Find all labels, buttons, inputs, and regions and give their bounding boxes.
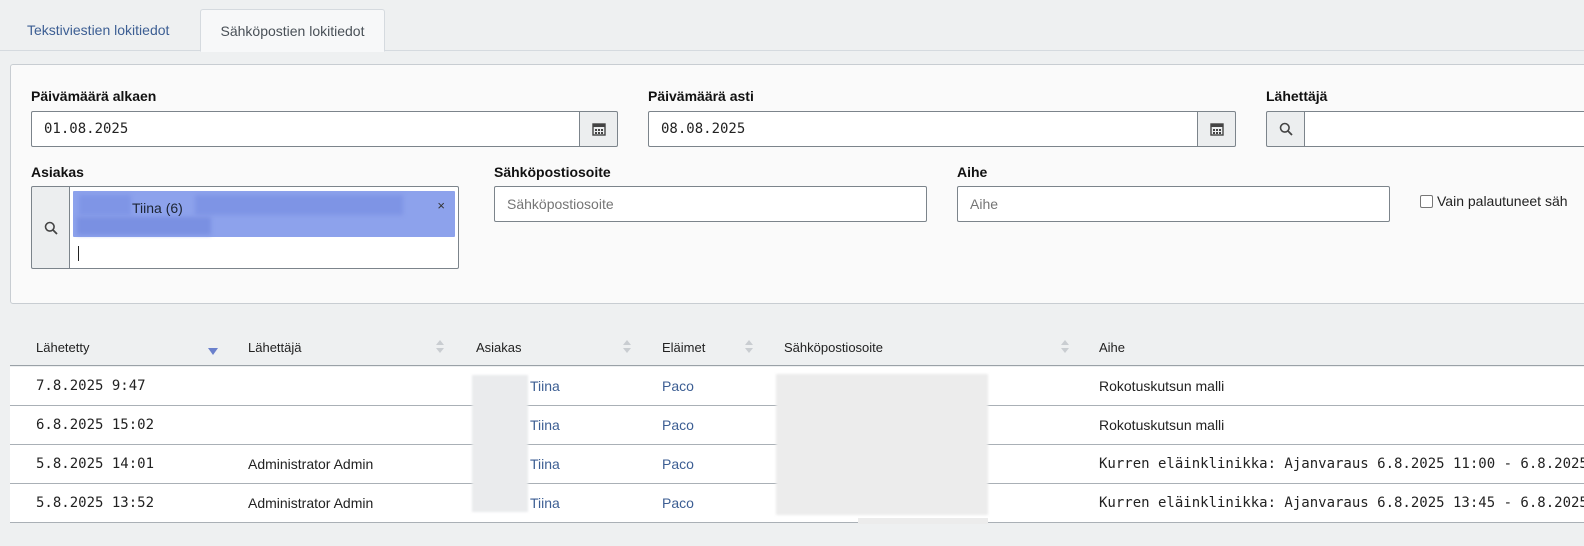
sender-input[interactable] bbox=[1304, 111, 1584, 147]
customer-token-label: Tiina (6) bbox=[132, 200, 183, 216]
cell-animal-link[interactable]: Paco bbox=[662, 367, 694, 406]
column-sender[interactable]: Lähettäjä bbox=[248, 340, 302, 355]
calendar-icon bbox=[1209, 123, 1224, 136]
customer-input[interactable]: Tiina (6) × bbox=[69, 186, 459, 269]
sort-icon[interactable] bbox=[745, 340, 753, 356]
tab-bar: Tekstiviestien lokitiedot Sähköpostien l… bbox=[0, 0, 1584, 52]
text-cursor bbox=[78, 246, 79, 261]
cell-customer-link[interactable]: Tiina bbox=[530, 367, 560, 406]
sender-search-button[interactable] bbox=[1266, 111, 1305, 147]
cell-subject: Kurren eläinklinikka: Ajanvaraus 6.8.202… bbox=[1099, 495, 1584, 511]
date-to-input[interactable]: 08.08.2025 bbox=[648, 111, 1198, 147]
customer-label: Asiakas bbox=[31, 164, 84, 180]
tab-email-logs[interactable]: Sähköpostien lokitiedot bbox=[200, 9, 385, 52]
customer-select[interactable]: Tiina (6) × bbox=[31, 186, 459, 269]
date-from-calendar-button[interactable] bbox=[579, 111, 618, 147]
token-remove-button[interactable]: × bbox=[437, 198, 445, 213]
cell-sent: 5.8.2025 14:01 bbox=[36, 456, 155, 472]
date-to-label: Päivämäärä asti bbox=[648, 88, 754, 104]
sort-icon[interactable] bbox=[623, 340, 631, 356]
filter-panel: Päivämäärä alkaen 01.08.2025 Päivämäärä … bbox=[10, 64, 1584, 304]
customer-token: Tiina (6) × bbox=[73, 191, 455, 237]
cell-animal-link[interactable]: Paco bbox=[662, 406, 694, 445]
date-to-calendar-button[interactable] bbox=[1197, 111, 1236, 147]
cell-animal-link[interactable]: Paco bbox=[662, 484, 694, 523]
redacted-area bbox=[79, 195, 131, 215]
date-from-label: Päivämäärä alkaen bbox=[31, 88, 157, 104]
cell-customer-link[interactable]: Tiina bbox=[530, 484, 560, 523]
search-icon bbox=[44, 221, 58, 235]
cell-sent: 6.8.2025 15:02 bbox=[36, 417, 155, 433]
column-customer[interactable]: Asiakas bbox=[476, 340, 522, 355]
redacted-customer-names bbox=[472, 375, 528, 512]
redacted-area bbox=[77, 217, 211, 235]
cell-sent: 7.8.2025 9:47 bbox=[36, 378, 146, 394]
search-icon bbox=[1279, 122, 1293, 136]
cell-customer-link[interactable]: Tiina bbox=[530, 445, 560, 484]
redacted-area bbox=[858, 518, 988, 524]
email-field[interactable] bbox=[494, 186, 927, 222]
cell-subject: Rokotuskutsun malli bbox=[1099, 417, 1225, 433]
column-sent[interactable]: Lähetetty bbox=[36, 340, 90, 355]
customer-search-button[interactable] bbox=[31, 186, 70, 269]
date-from-input[interactable]: 01.08.2025 bbox=[31, 111, 580, 147]
cell-customer-link[interactable]: Tiina bbox=[530, 406, 560, 445]
column-animals[interactable]: Eläimet bbox=[662, 340, 705, 355]
tab-sms-logs[interactable]: Tekstiviestien lokitiedot bbox=[11, 9, 185, 51]
cell-subject: Rokotuskutsun malli bbox=[1099, 378, 1225, 394]
sort-icon[interactable] bbox=[436, 340, 444, 356]
only-bounced-label[interactable]: Vain palautuneet säh bbox=[1437, 193, 1568, 209]
email-label: Sähköpostiosoite bbox=[494, 164, 611, 180]
column-email[interactable]: Sähköpostiosoite bbox=[784, 340, 883, 355]
cell-sent: 5.8.2025 13:52 bbox=[36, 495, 155, 511]
redacted-area bbox=[195, 195, 403, 215]
sort-icon[interactable] bbox=[1061, 340, 1069, 356]
sort-desc-icon[interactable] bbox=[208, 348, 218, 355]
cell-subject: Kurren eläinklinikka: Ajanvaraus 6.8.202… bbox=[1099, 456, 1584, 472]
redacted-email-addresses bbox=[776, 374, 988, 515]
column-subject[interactable]: Aihe bbox=[1099, 340, 1125, 355]
subject-label: Aihe bbox=[957, 164, 988, 180]
cell-sender: Administrator Admin bbox=[248, 456, 374, 472]
cell-animal-link[interactable]: Paco bbox=[662, 445, 694, 484]
only-bounced-checkbox[interactable] bbox=[1420, 195, 1433, 208]
calendar-icon bbox=[591, 123, 606, 136]
sender-label: Lähettäjä bbox=[1266, 88, 1328, 104]
subject-field[interactable] bbox=[957, 186, 1390, 222]
table-header: Lähetetty Lähettäjä Asiakas Eläimet Sähk… bbox=[10, 329, 1584, 366]
cell-sender: Administrator Admin bbox=[248, 495, 374, 511]
